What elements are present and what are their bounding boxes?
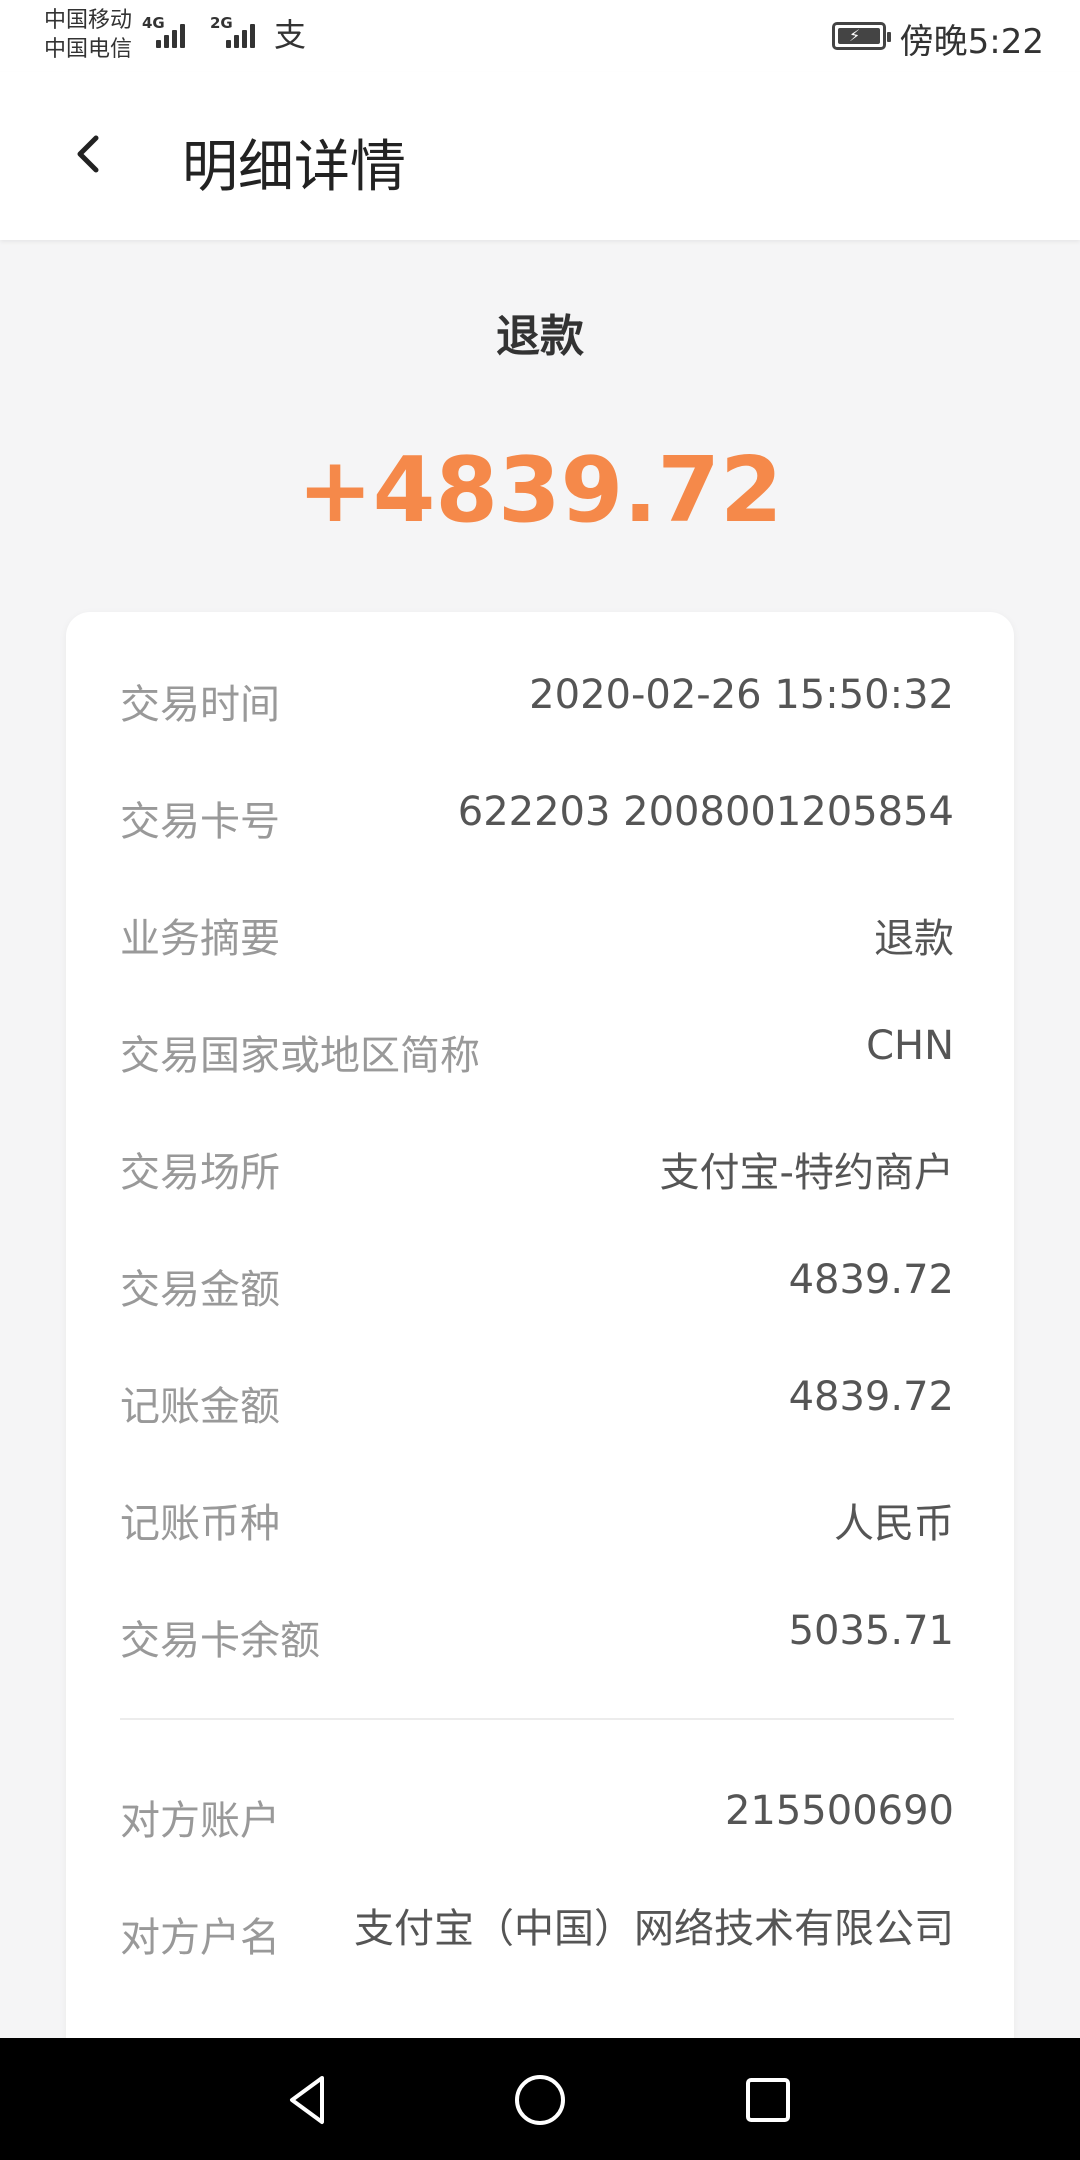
detail-label: 交易卡号 [120,799,280,845]
signal-icon [222,18,262,48]
carrier-names: 中国移动 中国电信 [44,6,132,64]
detail-value: 人民币 [834,1501,954,1547]
transaction-type: 退款 [496,311,584,362]
alipay-notification-icon: 支 [274,16,307,54]
status-bar: 中国移动 中国电信 4G 2G 支 ⚡ 傍晚5:22 [0,0,1080,72]
detail-row-card-number: 交易卡号 622203 2008001205854 [120,789,954,849]
detail-label: 对方户名 [120,1915,280,1961]
transaction-amount: +4839.72 [297,438,783,543]
detail-row-counterparty-name: 对方户名 支付宝（中国）网络技术有限公司 [120,1905,954,2015]
system-nav-bar [0,2038,1080,2160]
detail-label: 交易金额 [120,1267,280,1313]
nav-home-button[interactable] [510,2070,570,2130]
circle-home-icon [515,2075,565,2125]
detail-row-counterparty-account: 对方账户 215500690 [120,1788,954,1848]
square-recents-icon [746,2078,790,2122]
detail-row-posted-amount: 记账金额 4839.72 [120,1374,954,1434]
detail-row-card-balance: 交易卡余额 5035.71 [120,1608,954,1668]
app-header: 明细详情 [0,72,1080,240]
detail-value: 支付宝-特约商户 [659,1150,954,1196]
page-title: 明细详情 [182,135,406,200]
detail-row-summary: 业务摘要 退款 [120,906,954,966]
detail-value: 2020-02-26 15:50:32 [529,672,954,718]
carrier-2: 中国电信 [44,37,133,62]
detail-row-transaction-time: 交易时间 2020-02-26 15:50:32 [120,672,954,732]
detail-label: 记账金额 [120,1384,280,1430]
detail-value: 622203 2008001205854 [457,789,954,835]
chevron-left-icon [77,135,99,173]
detail-label: 对方账户 [120,1798,280,1844]
detail-value: 4839.72 [788,1374,954,1420]
detail-row-merchant: 交易场所 支付宝-特约商户 [120,1140,954,1200]
detail-label: 业务摘要 [120,916,280,962]
signal-icon [152,18,192,48]
detail-value: 4839.72 [788,1257,954,1303]
detail-label: 交易场所 [120,1150,280,1196]
detail-value: CHN [866,1023,954,1069]
back-button[interactable] [60,124,120,184]
detail-label: 交易国家或地区简称 [120,1033,480,1079]
status-time: 傍晚5:22 [899,22,1044,62]
detail-row-transaction-amount: 交易金额 4839.72 [120,1257,954,1317]
detail-value: 5035.71 [788,1608,954,1654]
detail-label: 交易时间 [120,682,280,728]
triangle-back-icon [290,2076,324,2124]
nav-back-button[interactable] [278,2070,338,2130]
detail-value: 支付宝（中国）网络技术有限公司 [354,1906,954,1952]
detail-row-currency: 记账币种 人民币 [120,1491,954,1551]
detail-label: 记账币种 [120,1501,280,1547]
nav-recents-button[interactable] [738,2070,798,2130]
detail-row-country: 交易国家或地区简称 CHN [120,1023,954,1083]
battery-charging-icon: ⚡ [832,22,891,50]
section-divider [120,1718,954,1720]
detail-card: 交易时间 2020-02-26 15:50:32 交易卡号 622203 200… [66,612,1014,2072]
carrier-1: 中国移动 [44,8,133,33]
detail-value: 215500690 [724,1788,954,1834]
detail-label: 交易卡余额 [120,1618,320,1664]
detail-value: 退款 [874,916,954,962]
